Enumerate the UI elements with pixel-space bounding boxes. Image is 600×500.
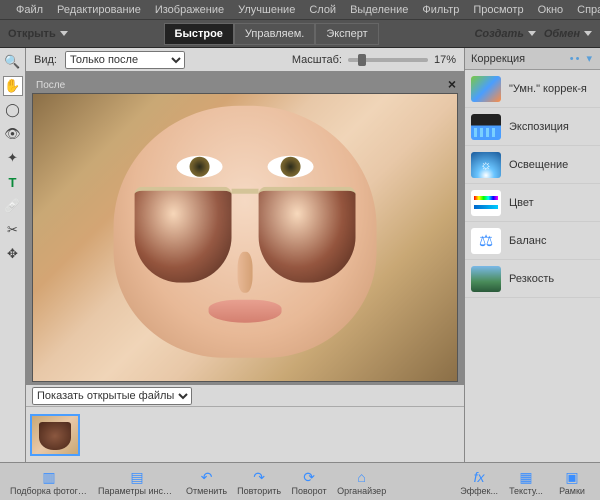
quick-select-tool-icon[interactable]: ◯ [3,100,23,120]
zoom-slider[interactable] [348,58,428,62]
menu-bar: Файл Редактирование Изображение Улучшени… [0,0,600,20]
image-canvas[interactable] [32,93,458,382]
task-bar: ▥Подборка фотографий ▤Параметры инструме… [0,462,600,500]
adjust-label: "Умн." коррек-я [509,83,587,95]
share-label: Обмен [544,28,580,40]
type-tool-icon[interactable]: T [3,172,23,192]
color-icon [471,190,501,216]
menu-help[interactable]: Справка [571,2,600,18]
textures-button[interactable]: ▦Тексту... [504,467,548,498]
redo-button[interactable]: ↷Повторить [233,467,285,498]
zoom-value: 17% [434,54,456,66]
mode-guided[interactable]: Управляем. [234,23,315,45]
create-label: Создать [474,28,523,40]
chevron-down-icon [60,31,68,36]
view-label: Вид: [34,54,57,66]
organizer-button[interactable]: ⌂Органайзер [333,467,390,498]
fx-icon: fx [470,469,488,485]
healing-tool-icon[interactable]: 🩹 [3,196,23,216]
after-label: После [32,78,458,93]
menu-enhance[interactable]: Улучшение [232,2,301,18]
menu-filter[interactable]: Фильтр [416,2,465,18]
photo-bin [26,406,464,462]
smart-fix-icon [471,76,501,102]
move-tool-icon[interactable]: ✥ [3,244,23,264]
undo-icon: ↶ [198,469,216,485]
redo-icon: ↷ [250,469,268,485]
rotate-icon: ⟳ [300,469,318,485]
panel-menu-icon[interactable]: •• ▾ [570,52,594,65]
frames-icon: ▣ [563,469,581,485]
view-select[interactable]: Только после [65,51,185,69]
adjust-sharpen[interactable]: Резкость [465,260,600,298]
crop-tool-icon[interactable]: ✂ [3,220,23,240]
panel-header: Коррекция •• ▾ [465,48,600,70]
menu-layer[interactable]: Слой [303,2,342,18]
open-files-select[interactable]: Показать открытые файлы [32,387,192,405]
adjust-label: Баланс [509,235,546,247]
menu-select[interactable]: Выделение [344,2,414,18]
exposure-icon [471,114,501,140]
whiten-tool-icon[interactable]: ✦ [3,148,23,168]
sharpen-icon [471,266,501,292]
adjust-color[interactable]: Цвет [465,184,600,222]
effects-button[interactable]: fxЭффек... [456,467,502,498]
open-label: Открыть [8,28,56,40]
frames-button[interactable]: ▣Рамки [550,467,594,498]
adjust-label: Освещение [509,159,568,171]
panel-title: Коррекция [471,53,525,65]
adjust-label: Цвет [509,197,534,209]
file-bar: Показать открытые файлы [26,384,464,406]
menu-file[interactable]: Файл [10,2,49,18]
chevron-down-icon [584,31,592,36]
app-toolbar: Открыть Быстрое Управляем. Эксперт Созда… [0,20,600,48]
balance-icon: ⚖ [471,228,501,254]
tool-options-button[interactable]: ▤Параметры инструмента [94,467,180,498]
photo-bin-button[interactable]: ▥Подборка фотографий [6,467,92,498]
menu-image[interactable]: Изображение [149,2,230,18]
photo-content [114,105,377,358]
eye-tool-icon[interactable]: 👁 [3,124,23,144]
create-button[interactable]: Создать [474,28,535,40]
adjust-exposure[interactable]: Экспозиция [465,108,600,146]
close-document-button[interactable]: × [448,76,456,92]
mode-switcher: Быстрое Управляем. Эксперт [164,23,379,45]
textures-icon: ▦ [517,469,535,485]
hand-tool-icon[interactable]: ✋ [3,76,23,96]
adjust-label: Резкость [509,273,554,285]
options-bar: Вид: Только после Масштаб: 17% [26,48,464,72]
adjustments-panel: Коррекция •• ▾ "Умн." коррек-я Экспозици… [464,48,600,462]
zoom-tool-icon[interactable]: 🔍 [3,52,23,72]
adjust-lighting[interactable]: ☼ Освещение [465,146,600,184]
photobin-icon: ▥ [40,469,58,485]
undo-button[interactable]: ↶Отменить [182,467,231,498]
canvas-area: × После [26,72,464,384]
mode-expert[interactable]: Эксперт [315,23,378,45]
menu-edit[interactable]: Редактирование [51,2,147,18]
thumbnail[interactable] [30,414,80,456]
adjust-label: Экспозиция [509,121,569,133]
tool-options-icon: ▤ [128,469,146,485]
rotate-button[interactable]: ⟳Поворот [287,467,331,498]
menu-window[interactable]: Окно [532,2,570,18]
tool-palette: 🔍 ✋ ◯ 👁 ✦ T 🩹 ✂ ✥ [0,48,26,462]
organizer-icon: ⌂ [353,469,371,485]
mode-quick[interactable]: Быстрое [164,23,234,45]
adjust-balance[interactable]: ⚖ Баланс [465,222,600,260]
menu-view[interactable]: Просмотр [467,2,529,18]
lighting-icon: ☼ [471,152,501,178]
chevron-down-icon [528,31,536,36]
share-button[interactable]: Обмен [544,28,592,40]
open-button[interactable]: Открыть [8,28,68,40]
zoom-label: Масштаб: [292,54,342,66]
adjust-smart[interactable]: "Умн." коррек-я [465,70,600,108]
